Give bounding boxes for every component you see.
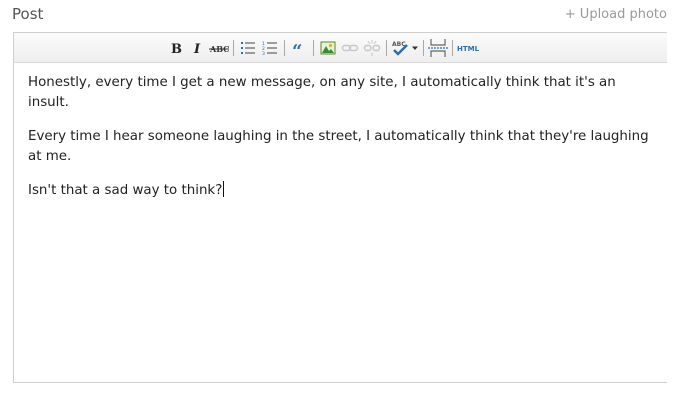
svg-text:3: 3	[262, 51, 265, 55]
spellcheck-icon: ABC	[392, 41, 408, 56]
toolbar-buttons: B I ABC 1 2 3 “ ABC HTML	[164, 37, 480, 59]
bold-button[interactable]: B	[164, 37, 186, 59]
page-break-icon	[428, 39, 448, 57]
image-icon	[320, 41, 336, 55]
link-icon	[341, 44, 359, 52]
svg-text:B: B	[171, 42, 182, 55]
html-icon: HTML	[457, 45, 480, 53]
toolbar-separator	[313, 40, 314, 56]
post-editor-widget: Post + Upload photo B I ABC 1 2 3 “ ABC …	[0, 0, 681, 397]
italic-icon: I	[193, 42, 201, 55]
paragraph: Honestly, every time I get a new message…	[28, 75, 616, 110]
paragraph: Isn't that a sad way to think?	[28, 181, 653, 201]
paragraph-text: Isn't that a sad way to think?	[28, 183, 223, 198]
strikethrough-button[interactable]: ABC	[208, 37, 230, 59]
toolbar-separator	[284, 40, 285, 56]
numbered-list-button[interactable]: 1 2 3	[259, 37, 281, 59]
unlink-icon	[363, 40, 381, 56]
toolbar-separator	[233, 40, 234, 56]
bold-icon: B	[171, 42, 182, 55]
blockquote-button[interactable]: “	[288, 37, 310, 59]
post-label: Post	[12, 5, 44, 23]
insert-image-button[interactable]	[317, 37, 339, 59]
paragraph: Every time I hear someone laughing in th…	[28, 129, 649, 164]
bulleted-list-icon	[241, 42, 255, 54]
text-cursor	[223, 181, 225, 197]
toolbar-separator	[386, 40, 387, 56]
page-break-button[interactable]	[427, 37, 449, 59]
italic-button[interactable]: I	[186, 37, 208, 59]
numbered-list-icon: 1 2 3	[262, 41, 277, 55]
toolbar-separator	[452, 40, 453, 56]
editor-toolbar: B I ABC 1 2 3 “ ABC HTML	[14, 33, 667, 63]
rich-text-editor: B I ABC 1 2 3 “ ABC HTML Honestly, every…	[13, 32, 667, 383]
remove-link-button[interactable]	[361, 37, 383, 59]
html-label: HTML	[457, 45, 480, 53]
editor-content[interactable]: Honestly, every time I get a new message…	[14, 63, 667, 201]
toolbar-separator	[423, 40, 424, 56]
upload-photo-link[interactable]: + Upload photo	[565, 7, 667, 22]
insert-link-button[interactable]	[339, 37, 361, 59]
spellcheck-button[interactable]: ABC	[390, 37, 410, 59]
chevron-down-icon	[412, 46, 418, 50]
spellcheck-dropdown[interactable]	[410, 37, 420, 59]
html-source-button[interactable]: HTML	[456, 37, 480, 59]
svg-text:I: I	[193, 42, 201, 55]
bulleted-list-button[interactable]	[237, 37, 259, 59]
quote-icon: “	[292, 41, 302, 55]
svg-text:“: “	[292, 41, 302, 55]
strikethrough-icon: ABC	[209, 44, 229, 54]
